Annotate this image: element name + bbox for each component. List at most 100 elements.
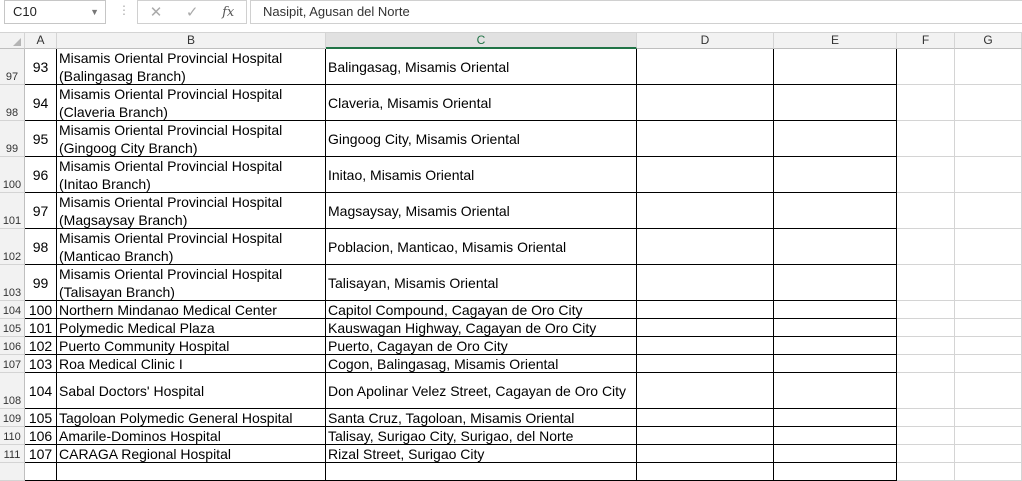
cancel-icon[interactable]: ✕ bbox=[150, 3, 163, 21]
chevron-down-icon[interactable]: ▼ bbox=[90, 1, 99, 23]
cell-f[interactable] bbox=[897, 463, 955, 481]
cell-b[interactable]: Sabal Doctors' Hospital bbox=[57, 373, 326, 409]
cell-b[interactable] bbox=[57, 463, 326, 481]
cell-e[interactable] bbox=[774, 301, 897, 319]
cell-f[interactable] bbox=[897, 409, 955, 427]
cell-d[interactable] bbox=[637, 301, 774, 319]
cell-g[interactable] bbox=[955, 409, 1022, 427]
cell-a[interactable]: 104 bbox=[25, 373, 57, 409]
cell-c[interactable]: Initao, Misamis Oriental bbox=[326, 157, 637, 193]
cell-e[interactable] bbox=[774, 445, 897, 463]
cell-c[interactable]: Gingoog City, Misamis Oriental bbox=[326, 121, 637, 157]
row-header[interactable]: 99 bbox=[0, 121, 25, 157]
row-header[interactable]: 107 bbox=[0, 355, 25, 373]
cell-e[interactable] bbox=[774, 157, 897, 193]
cell-d[interactable] bbox=[637, 229, 774, 265]
cell-c[interactable]: Talisayan, Misamis Oriental bbox=[326, 265, 637, 301]
cell-b[interactable]: Misamis Oriental Provincial Hospital (Ma… bbox=[57, 193, 326, 229]
cell-b[interactable]: Misamis Oriental Provincial Hospital (In… bbox=[57, 157, 326, 193]
column-header-b[interactable]: B bbox=[57, 33, 326, 49]
cell-g[interactable] bbox=[955, 229, 1022, 265]
column-header-a[interactable]: A bbox=[25, 33, 57, 49]
cell-a[interactable]: 99 bbox=[25, 265, 57, 301]
cell-f[interactable] bbox=[897, 319, 955, 337]
cell-g[interactable] bbox=[955, 445, 1022, 463]
cell-g[interactable] bbox=[955, 319, 1022, 337]
cell-f[interactable] bbox=[897, 427, 955, 445]
cell-d[interactable] bbox=[637, 409, 774, 427]
cell-e[interactable] bbox=[774, 463, 897, 481]
row-header[interactable]: 100 bbox=[0, 157, 25, 193]
cell-d[interactable] bbox=[637, 373, 774, 409]
cell-c[interactable]: Don Apolinar Velez Street, Cagayan de Or… bbox=[326, 373, 637, 409]
cell-e[interactable] bbox=[774, 229, 897, 265]
cell-e[interactable] bbox=[774, 409, 897, 427]
cell-g[interactable] bbox=[955, 121, 1022, 157]
cell-e[interactable] bbox=[774, 373, 897, 409]
cell-c[interactable]: Rizal Street, Surigao City bbox=[326, 445, 637, 463]
cell-c[interactable]: Claveria, Misamis Oriental bbox=[326, 85, 637, 121]
cell-g[interactable] bbox=[955, 157, 1022, 193]
cell-g[interactable] bbox=[955, 463, 1022, 481]
cell-b[interactable]: Misamis Oriental Provincial Hospital (Ta… bbox=[57, 265, 326, 301]
enter-icon[interactable]: ✓ bbox=[186, 3, 199, 21]
cell-b[interactable]: Misamis Oriental Provincial Hospital (Cl… bbox=[57, 85, 326, 121]
name-box[interactable]: C10 ▼ bbox=[4, 0, 106, 24]
cell-e[interactable] bbox=[774, 337, 897, 355]
cell-b[interactable]: Amarile-Dominos Hospital bbox=[57, 427, 326, 445]
cell-c[interactable]: Kauswagan Highway, Cagayan de Oro City bbox=[326, 319, 637, 337]
cell-a[interactable]: 106 bbox=[25, 427, 57, 445]
cell-f[interactable] bbox=[897, 193, 955, 229]
cell-a[interactable]: 102 bbox=[25, 337, 57, 355]
row-header[interactable]: 111 bbox=[0, 445, 25, 463]
row-header[interactable]: 106 bbox=[0, 337, 25, 355]
cell-f[interactable] bbox=[897, 85, 955, 121]
cell-c[interactable]: Santa Cruz, Tagoloan, Misamis Oriental bbox=[326, 409, 637, 427]
cell-a[interactable]: 97 bbox=[25, 193, 57, 229]
row-header[interactable]: 109 bbox=[0, 409, 25, 427]
row-header[interactable]: 108 bbox=[0, 373, 25, 409]
insert-function-icon[interactable]: fx bbox=[222, 5, 234, 20]
select-all-button[interactable] bbox=[0, 33, 25, 49]
column-header-f[interactable]: F bbox=[897, 33, 955, 49]
cell-d[interactable] bbox=[637, 463, 774, 481]
row-header[interactable]: 105 bbox=[0, 319, 25, 337]
cell-e[interactable] bbox=[774, 319, 897, 337]
row-header[interactable]: 98 bbox=[0, 85, 25, 121]
column-header-c[interactable]: C bbox=[326, 33, 637, 49]
row-header[interactable]: 103 bbox=[0, 265, 25, 301]
cell-f[interactable] bbox=[897, 49, 955, 85]
cell-a[interactable]: 93 bbox=[25, 49, 57, 85]
cell-c[interactable]: Poblacion, Manticao, Misamis Oriental bbox=[326, 229, 637, 265]
cell-e[interactable] bbox=[774, 193, 897, 229]
cell-b[interactable]: Puerto Community Hospital bbox=[57, 337, 326, 355]
row-header[interactable] bbox=[0, 463, 25, 481]
row-header[interactable]: 104 bbox=[0, 301, 25, 319]
cell-f[interactable] bbox=[897, 373, 955, 409]
cell-a[interactable]: 96 bbox=[25, 157, 57, 193]
cell-d[interactable] bbox=[637, 85, 774, 121]
cell-b[interactable]: Tagoloan Polymedic General Hospital bbox=[57, 409, 326, 427]
cell-f[interactable] bbox=[897, 355, 955, 373]
cell-e[interactable] bbox=[774, 49, 897, 85]
cell-f[interactable] bbox=[897, 265, 955, 301]
cell-d[interactable] bbox=[637, 427, 774, 445]
cell-d[interactable] bbox=[637, 193, 774, 229]
cell-f[interactable] bbox=[897, 229, 955, 265]
cell-g[interactable] bbox=[955, 301, 1022, 319]
cell-a[interactable]: 95 bbox=[25, 121, 57, 157]
cell-g[interactable] bbox=[955, 355, 1022, 373]
cell-b[interactable]: Roa Medical Clinic I bbox=[57, 355, 326, 373]
cell-f[interactable] bbox=[897, 157, 955, 193]
cell-b[interactable]: CARAGA Regional Hospital bbox=[57, 445, 326, 463]
formula-input[interactable]: Nasipit, Agusan del Norte bbox=[250, 0, 1022, 24]
cell-g[interactable] bbox=[955, 193, 1022, 229]
row-header[interactable]: 101 bbox=[0, 193, 25, 229]
cell-d[interactable] bbox=[637, 265, 774, 301]
cell-a[interactable]: 101 bbox=[25, 319, 57, 337]
cell-c[interactable] bbox=[326, 463, 637, 481]
cell-g[interactable] bbox=[955, 265, 1022, 301]
cell-b[interactable]: Misamis Oriental Provincial Hospital (Ba… bbox=[57, 49, 326, 85]
cell-g[interactable] bbox=[955, 427, 1022, 445]
cell-e[interactable] bbox=[774, 427, 897, 445]
